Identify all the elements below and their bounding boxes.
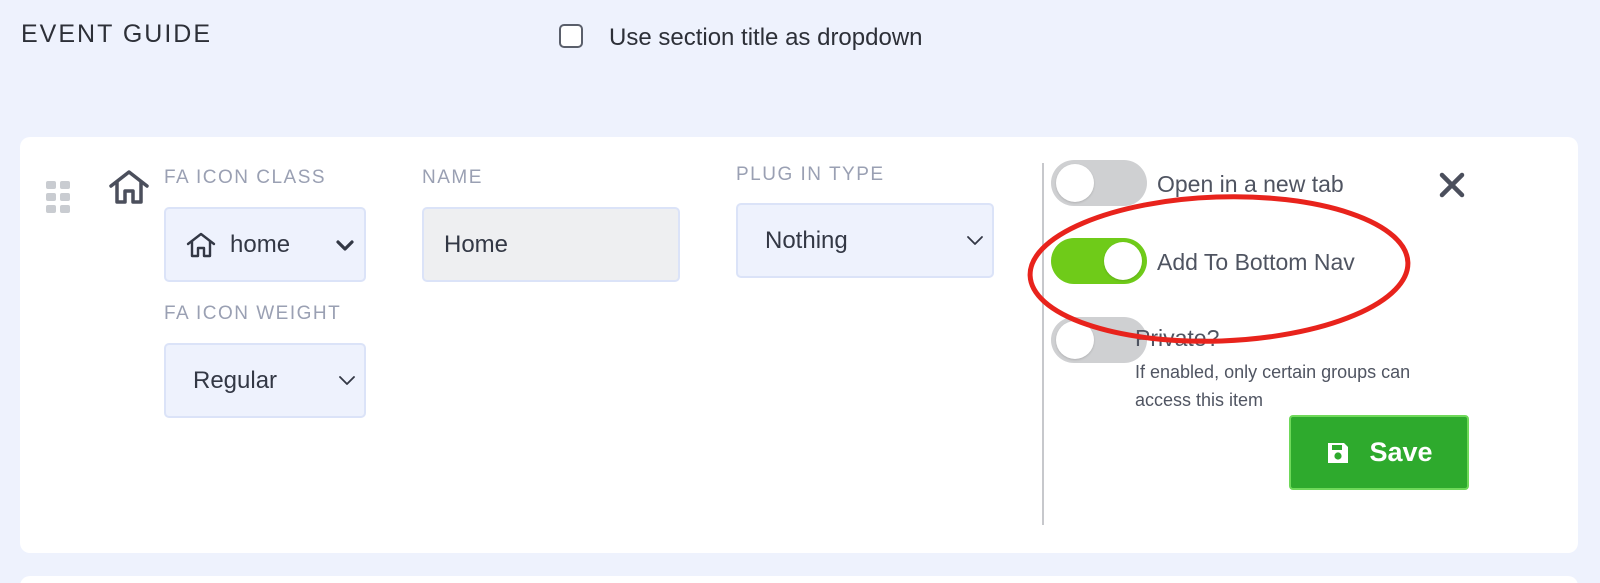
name-value: Home [444, 230, 509, 258]
chevron-down-icon [336, 240, 354, 252]
fa-icon-weight-label: FA ICON WEIGHT [164, 303, 342, 324]
home-icon [186, 232, 216, 258]
dropdown-option[interactable]: Use section title as dropdown [559, 20, 923, 52]
private-toggle[interactable] [1051, 317, 1147, 363]
plugin-type-select[interactable]: Nothing [736, 203, 994, 278]
plugin-type-label: PLUG IN TYPE [736, 164, 885, 185]
section-title: EVENT GUIDE [21, 20, 213, 48]
floppy-disk-icon [1325, 440, 1369, 466]
fa-icon-class-label: FA ICON CLASS [164, 167, 327, 188]
nav-item-card: FA ICON CLASS home FA ICON WEIGHT Regula… [20, 137, 1578, 553]
plugin-type-value: Nothing [765, 226, 848, 254]
dropdown-checkbox[interactable] [559, 24, 583, 48]
fa-icon-weight-select[interactable]: Regular [164, 343, 366, 418]
drag-handle-icon[interactable] [46, 181, 70, 213]
open-new-tab-label: Open in a new tab [1157, 171, 1344, 197]
home-icon [108, 169, 150, 210]
save-button-label: Save [1369, 437, 1433, 467]
open-new-tab-toggle[interactable] [1051, 160, 1147, 206]
private-label: Private? [1135, 325, 1220, 351]
bottom-nav-toggle[interactable] [1051, 238, 1147, 284]
private-help-text: If enabled, only certain groups can acce… [1135, 362, 1411, 410]
dropdown-checkbox-label: Use section title as dropdown [609, 24, 923, 51]
close-icon[interactable] [1438, 171, 1466, 204]
fa-icon-class-value: home [230, 230, 291, 258]
fa-icon-class-select[interactable]: home [164, 207, 366, 282]
name-label: NAME [422, 167, 483, 188]
name-input[interactable]: Home [422, 207, 680, 282]
chevron-down-icon [966, 235, 984, 247]
fa-icon-weight-value: Regular [193, 366, 278, 394]
chevron-down-icon [338, 375, 356, 387]
vertical-divider [1042, 163, 1044, 525]
next-item-card [20, 576, 1578, 583]
save-button[interactable]: Save [1289, 415, 1469, 490]
bottom-nav-label: Add To Bottom Nav [1157, 249, 1355, 275]
